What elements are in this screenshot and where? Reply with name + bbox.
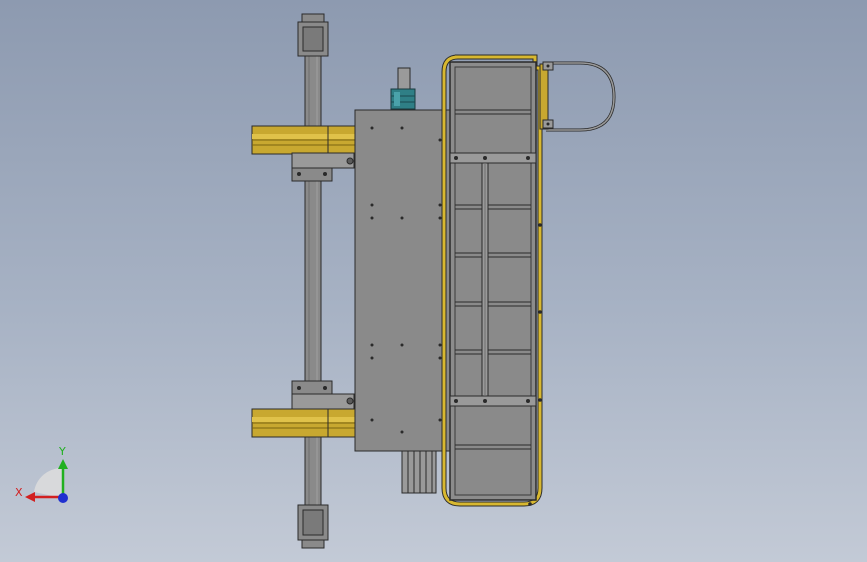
lower-drive-gear	[401, 450, 437, 494]
yellow-rail-lower	[251, 408, 358, 438]
carriage-block-upper	[291, 152, 355, 182]
x-axis-label: X	[15, 486, 23, 499]
conveyor-frame	[449, 61, 537, 501]
yellow-rail-upper	[251, 125, 358, 155]
main-mounting-plate	[354, 109, 452, 452]
coordinate-axes-icon: Y X	[15, 445, 68, 503]
y-axis-label: Y	[58, 445, 66, 458]
shaft-support-bottom	[297, 504, 329, 549]
vertical-guide-shaft	[304, 47, 322, 509]
drive-motor	[390, 67, 416, 110]
shaft-support-top	[297, 13, 329, 57]
cad-viewport[interactable]: Y X	[0, 0, 867, 562]
carriage-block-lower	[291, 380, 355, 410]
machine-drawing: Y X	[15, 13, 616, 549]
side-handle-loop	[539, 61, 616, 132]
